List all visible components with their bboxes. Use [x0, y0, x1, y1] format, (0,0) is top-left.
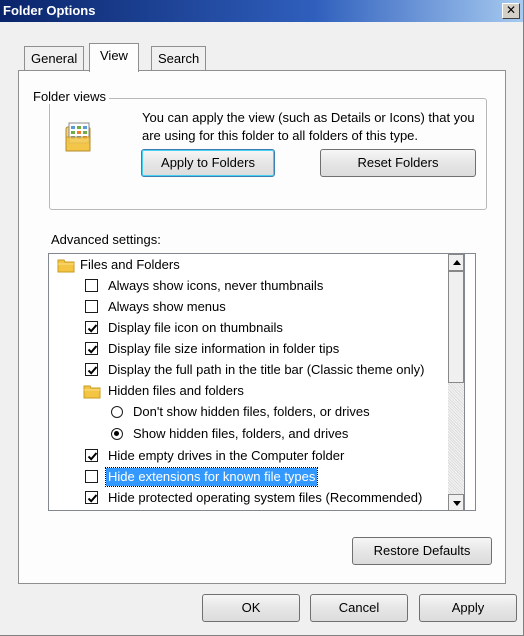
cancel-button[interactable]: Cancel — [310, 594, 408, 622]
scroll-down-button[interactable] — [448, 494, 464, 511]
list-item-label: Always show menus — [108, 299, 226, 314]
view-tab-panel: Folder views You can apply the view (suc… — [18, 70, 506, 584]
checkmark-icon — [87, 366, 98, 375]
reset-folders-button[interactable]: Reset Folders — [320, 149, 476, 177]
close-icon: ✕ — [505, 3, 517, 17]
list-item[interactable]: Display the full path in the title bar (… — [49, 360, 475, 380]
list-item-label: Display file size information in folder … — [108, 341, 340, 356]
list-item[interactable]: Hide protected operating system files (R… — [49, 488, 475, 508]
close-button[interactable]: ✕ — [502, 3, 520, 19]
list-item[interactable]: Display file icon on thumbnails — [49, 318, 475, 338]
arrow-down-icon — [453, 501, 461, 506]
checkmark-icon — [87, 324, 98, 333]
list-item[interactable]: Always show menus — [49, 297, 475, 317]
checkmark-icon — [87, 345, 98, 354]
folder-icon — [83, 385, 101, 399]
scroll-thumb[interactable] — [448, 271, 464, 383]
scroll-up-button[interactable] — [448, 254, 464, 271]
checkmark-icon — [87, 452, 98, 461]
apply-to-folders-button[interactable]: Apply to Folders — [141, 149, 275, 177]
checkbox[interactable] — [85, 491, 98, 504]
list-item: Hidden files and folders — [49, 381, 475, 401]
checkbox[interactable] — [85, 470, 98, 483]
list-item[interactable]: Always show icons, never thumbnails — [49, 276, 475, 296]
list-item-label: Always show icons, never thumbnails — [108, 278, 324, 293]
checkbox[interactable] — [85, 279, 98, 292]
radio-button[interactable] — [111, 428, 123, 440]
radio-dot-icon — [114, 431, 119, 436]
checkbox[interactable] — [85, 321, 98, 334]
list-item-label: Don't show hidden files, folders, or dri… — [133, 404, 370, 419]
checkbox[interactable] — [85, 342, 98, 355]
list-item-label-selected: Hide extensions for known file types — [104, 467, 319, 487]
tab-general[interactable]: General — [24, 46, 85, 72]
list-item[interactable]: Show hidden files, folders, and drives — [49, 424, 475, 444]
list-item[interactable]: Don't show hidden files, folders, or dri… — [49, 402, 475, 422]
checkmark-icon — [87, 494, 98, 503]
list-item[interactable]: Hide empty drives in the Computer folder — [49, 446, 475, 466]
folder-views-label: Folder views — [30, 89, 109, 104]
tab-view-label: View — [100, 48, 128, 63]
radio-button[interactable] — [111, 406, 123, 418]
window-title: Folder Options — [3, 3, 96, 18]
folder-views-description: You can apply the view (such as Details … — [142, 110, 475, 143]
apply-button[interactable]: Apply — [419, 594, 517, 622]
list-item-label: Show hidden files, folders, and drives — [133, 426, 349, 441]
tab-view[interactable]: View — [89, 43, 139, 72]
tab-search[interactable]: Search — [151, 46, 207, 72]
title-bar[interactable]: Folder Options ✕ — [0, 0, 523, 22]
checkbox[interactable] — [85, 449, 98, 462]
advanced-settings-label: Advanced settings: — [51, 232, 161, 247]
list-item-label: Display the full path in the title bar (… — [108, 362, 425, 377]
folder-options-window: Folder Options ✕ General View Search Fol… — [0, 0, 524, 636]
list-item-label: Hide empty drives in the Computer folder — [108, 448, 345, 463]
tab-search-label: Search — [158, 51, 200, 66]
tab-general-label: General — [31, 51, 78, 66]
list-item-label: Display file icon on thumbnails — [108, 320, 283, 335]
checkbox[interactable] — [85, 363, 98, 376]
list-item-label: Hidden files and folders — [108, 383, 244, 398]
folder-icon — [57, 259, 75, 273]
restore-defaults-button[interactable]: Restore Defaults — [352, 537, 492, 565]
list-item[interactable]: Display file size information in folder … — [49, 339, 475, 359]
ok-button[interactable]: OK — [202, 594, 300, 622]
list-item-label: Hide protected operating system files (R… — [108, 490, 423, 505]
checkbox[interactable] — [85, 300, 98, 313]
folder-view-icon — [65, 122, 91, 152]
list-item: Files and Folders — [49, 255, 475, 275]
arrow-up-icon — [453, 260, 461, 265]
advanced-settings-list[interactable]: Files and Folders Always show icons, nev… — [48, 253, 476, 511]
vertical-scrollbar[interactable] — [448, 253, 465, 511]
list-item-label: Files and Folders — [80, 257, 180, 272]
list-item[interactable]: Hide extensions for known file types — [49, 467, 475, 487]
